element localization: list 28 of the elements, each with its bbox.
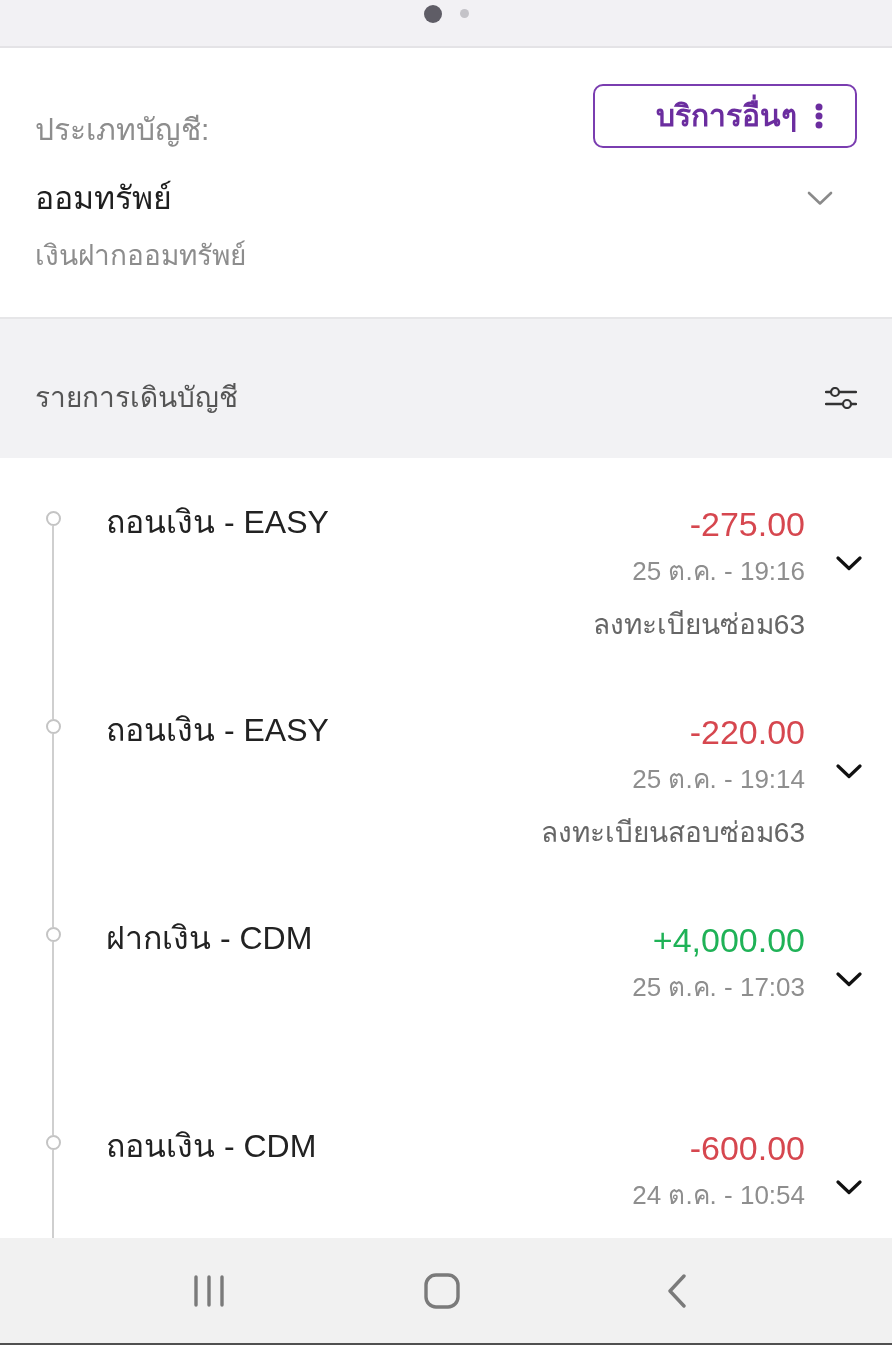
chevron-down-icon[interactable] [836,556,862,571]
transaction-datetime: 24 ต.ค. - 10:54 [632,1179,805,1212]
recent-apps-icon[interactable] [193,1274,225,1307]
other-services-button[interactable]: บริการอื่นๆ [593,84,857,148]
account-type-label: ประเภทบัญชี: [35,112,210,149]
account-subtype: เงินฝากออมทรัพย์ [35,239,246,273]
transaction-note: ลงทะเบียนซ่อม63 [592,608,805,642]
back-icon[interactable] [667,1273,687,1308]
transaction-datetime: 25 ต.ค. - 19:16 [632,555,805,588]
transaction-amount: -600.00 [689,1128,805,1168]
transaction-datetime: 25 ต.ค. - 19:14 [632,763,805,796]
transaction-datetime: 25 ต.ค. - 17:03 [632,971,805,1004]
transaction-note: ลงทะเบียนสอบซ่อม63 [540,816,805,850]
transaction-amount: -275.00 [689,504,805,544]
filter-icon[interactable] [825,386,857,409]
account-type-value: ออมทรัพย์ [35,179,172,218]
home-icon[interactable] [424,1272,460,1309]
transaction-amount: -220.00 [689,712,805,752]
transaction-amount: +4,000.00 [652,920,805,960]
transaction-title: ฝากเงิน - CDM [106,920,313,956]
transaction-title: ถอนเงิน - CDM [106,1128,317,1164]
chevron-down-icon[interactable] [836,1180,862,1195]
chevron-down-icon[interactable] [836,764,862,779]
statement-heading: รายการเดินบัญชี [35,380,238,415]
chevron-down-icon[interactable] [836,972,862,987]
transaction-title: ถอนเงิน - EASY [106,712,329,748]
more-vertical-icon [815,103,823,129]
transaction-title: ถอนเงิน - EASY [106,504,329,540]
